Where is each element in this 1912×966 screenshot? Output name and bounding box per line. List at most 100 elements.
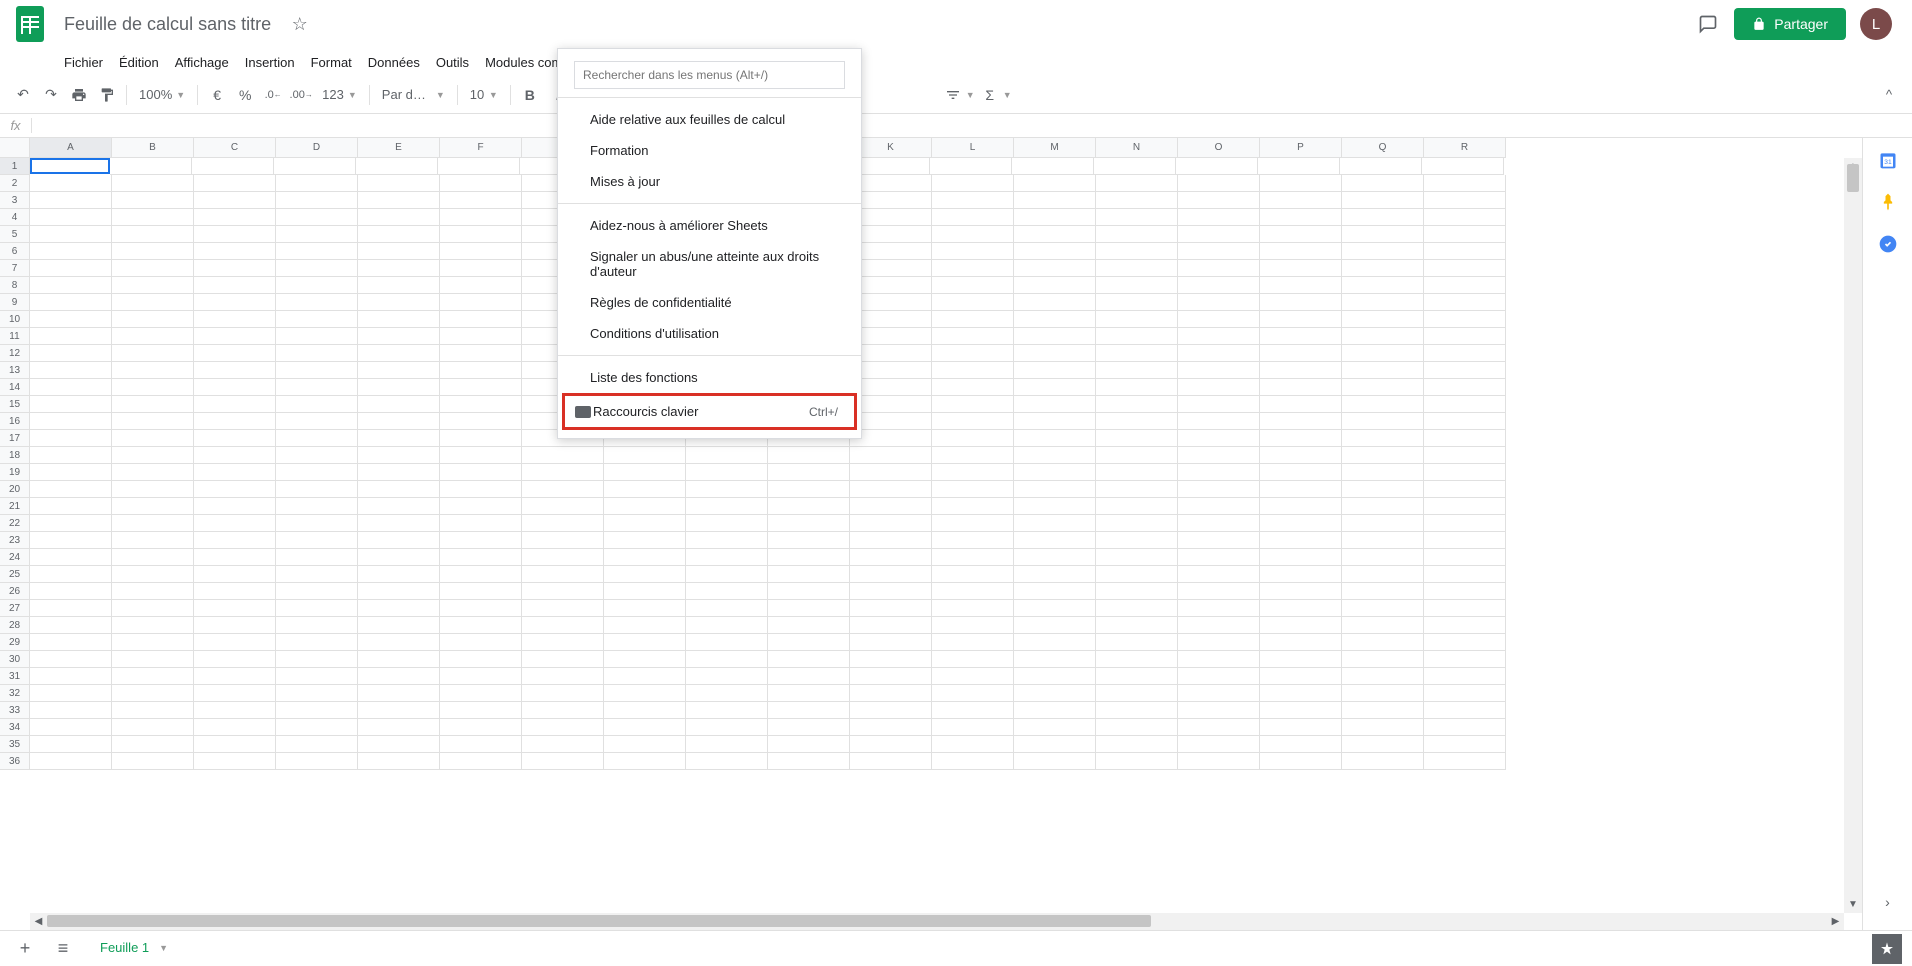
cell[interactable] xyxy=(30,430,112,447)
row-header[interactable]: 32 xyxy=(0,685,30,702)
cell[interactable] xyxy=(358,617,440,634)
cell[interactable] xyxy=(1342,243,1424,260)
cell[interactable] xyxy=(440,549,522,566)
cell[interactable] xyxy=(1424,209,1506,226)
cell[interactable] xyxy=(522,634,604,651)
cell[interactable] xyxy=(604,719,686,736)
cell[interactable] xyxy=(1342,345,1424,362)
cell[interactable] xyxy=(1096,719,1178,736)
cell[interactable] xyxy=(1012,158,1094,175)
cell[interactable] xyxy=(850,396,932,413)
cell[interactable] xyxy=(1260,243,1342,260)
cell[interactable] xyxy=(932,243,1014,260)
cell[interactable] xyxy=(276,719,358,736)
cell[interactable] xyxy=(850,345,932,362)
cell[interactable] xyxy=(850,617,932,634)
cell[interactable] xyxy=(194,515,276,532)
cell[interactable] xyxy=(276,260,358,277)
row-header[interactable]: 8 xyxy=(0,277,30,294)
row-header[interactable]: 4 xyxy=(0,209,30,226)
cell[interactable] xyxy=(1260,430,1342,447)
cell[interactable] xyxy=(276,226,358,243)
column-header[interactable]: C xyxy=(194,138,276,158)
cell[interactable] xyxy=(194,498,276,515)
cell[interactable] xyxy=(194,226,276,243)
cell[interactable] xyxy=(1342,430,1424,447)
cell[interactable] xyxy=(686,719,768,736)
cell[interactable] xyxy=(358,243,440,260)
cell[interactable] xyxy=(30,736,112,753)
cell[interactable] xyxy=(768,719,850,736)
cell[interactable] xyxy=(30,532,112,549)
cell[interactable] xyxy=(604,464,686,481)
cell[interactable] xyxy=(932,651,1014,668)
cell[interactable] xyxy=(112,294,194,311)
cell[interactable] xyxy=(358,447,440,464)
cell[interactable] xyxy=(768,685,850,702)
cell[interactable] xyxy=(112,753,194,770)
sheet-tab[interactable]: Feuille 1 ▼ xyxy=(86,934,182,963)
cell[interactable] xyxy=(1260,719,1342,736)
menu-search-input[interactable] xyxy=(574,61,845,89)
cell[interactable] xyxy=(1014,379,1096,396)
cell[interactable] xyxy=(768,702,850,719)
column-header[interactable]: A xyxy=(30,138,112,158)
cell[interactable] xyxy=(1096,617,1178,634)
cell[interactable] xyxy=(768,464,850,481)
cell[interactable] xyxy=(1096,651,1178,668)
cell[interactable] xyxy=(1014,209,1096,226)
cell[interactable] xyxy=(604,651,686,668)
cell[interactable] xyxy=(1260,328,1342,345)
row-header[interactable]: 36 xyxy=(0,753,30,770)
cell[interactable] xyxy=(522,583,604,600)
cell[interactable] xyxy=(1424,515,1506,532)
row-header[interactable]: 17 xyxy=(0,430,30,447)
cell[interactable] xyxy=(932,753,1014,770)
column-header[interactable]: F xyxy=(440,138,522,158)
cell[interactable] xyxy=(1096,175,1178,192)
cell[interactable] xyxy=(1178,600,1260,617)
cell[interactable] xyxy=(112,583,194,600)
cell[interactable] xyxy=(850,447,932,464)
cell[interactable] xyxy=(192,158,274,175)
font-size-select[interactable]: 10▼ xyxy=(464,85,504,104)
cell[interactable] xyxy=(1260,481,1342,498)
cell[interactable] xyxy=(1096,294,1178,311)
cell[interactable] xyxy=(276,464,358,481)
cell[interactable] xyxy=(1424,175,1506,192)
cell[interactable] xyxy=(1096,209,1178,226)
cell[interactable] xyxy=(276,379,358,396)
cell[interactable] xyxy=(1342,736,1424,753)
cell[interactable] xyxy=(440,498,522,515)
tasks-icon[interactable] xyxy=(1878,234,1898,254)
cell[interactable] xyxy=(440,396,522,413)
cell[interactable] xyxy=(850,294,932,311)
cell[interactable] xyxy=(1424,464,1506,481)
cell[interactable] xyxy=(358,634,440,651)
cell[interactable] xyxy=(1178,685,1260,702)
cell[interactable] xyxy=(1178,651,1260,668)
cell[interactable] xyxy=(1424,396,1506,413)
cell[interactable] xyxy=(1342,413,1424,430)
cell[interactable] xyxy=(1178,668,1260,685)
cell[interactable] xyxy=(440,736,522,753)
cell[interactable] xyxy=(1178,719,1260,736)
cell[interactable] xyxy=(194,260,276,277)
cell[interactable] xyxy=(1178,277,1260,294)
row-header[interactable]: 35 xyxy=(0,736,30,753)
cell[interactable] xyxy=(440,566,522,583)
cell[interactable] xyxy=(932,685,1014,702)
cell[interactable] xyxy=(850,243,932,260)
help-menu-item[interactable]: Aide relative aux feuilles de calcul xyxy=(558,104,861,135)
cell[interactable] xyxy=(30,396,112,413)
cell[interactable] xyxy=(1178,209,1260,226)
cell[interactable] xyxy=(1096,498,1178,515)
cell[interactable] xyxy=(1014,498,1096,515)
column-header[interactable]: R xyxy=(1424,138,1506,158)
currency-button[interactable]: € xyxy=(204,82,230,108)
cell[interactable] xyxy=(686,549,768,566)
cell[interactable] xyxy=(1014,464,1096,481)
cell[interactable] xyxy=(1260,736,1342,753)
cell[interactable] xyxy=(1260,175,1342,192)
cell[interactable] xyxy=(30,413,112,430)
